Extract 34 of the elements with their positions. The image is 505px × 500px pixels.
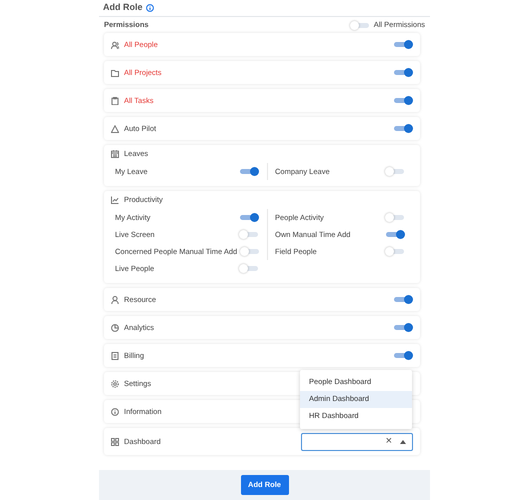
- toggle-switch[interactable]: [385, 230, 405, 239]
- toggle-switch[interactable]: [393, 351, 413, 360]
- toggle-switch[interactable]: [393, 323, 413, 332]
- info-icon[interactable]: [146, 4, 154, 12]
- people-icon: [111, 40, 119, 48]
- grid-icon: [111, 438, 119, 446]
- info-icon: [111, 408, 119, 416]
- toggle-switch[interactable]: [239, 230, 259, 239]
- chart-icon: [111, 196, 119, 204]
- toggle-switch[interactable]: [239, 213, 259, 222]
- toggle-switch[interactable]: [385, 213, 405, 222]
- toggle-switch[interactable]: [393, 295, 413, 304]
- clear-icon[interactable]: ×: [386, 436, 392, 447]
- toggle-switch[interactable]: [350, 20, 370, 30]
- settings-icon: [111, 380, 119, 388]
- toggle-switch[interactable]: [239, 167, 259, 176]
- toggle-switch[interactable]: [393, 40, 413, 49]
- folder-icon: [111, 68, 119, 76]
- person-icon: [111, 296, 119, 304]
- toggle-switch[interactable]: [385, 247, 405, 256]
- clipboard-icon: [111, 96, 119, 104]
- toggle-switch[interactable]: [240, 247, 260, 256]
- warning-icon: [111, 124, 119, 132]
- dashboard-select[interactable]: ×: [301, 432, 413, 450]
- calendar-icon: [111, 150, 119, 158]
- toggle-switch[interactable]: [239, 264, 259, 273]
- toggle-switch[interactable]: [393, 96, 413, 105]
- toggle-switch[interactable]: [385, 167, 405, 176]
- toggle-switch[interactable]: [393, 68, 413, 77]
- toggle-switch[interactable]: [393, 124, 413, 133]
- caret-icon[interactable]: [400, 440, 406, 444]
- receipt-icon: [111, 352, 119, 360]
- pie-chart-icon: [111, 324, 119, 332]
- page-title: Add Role: [103, 1, 142, 14]
